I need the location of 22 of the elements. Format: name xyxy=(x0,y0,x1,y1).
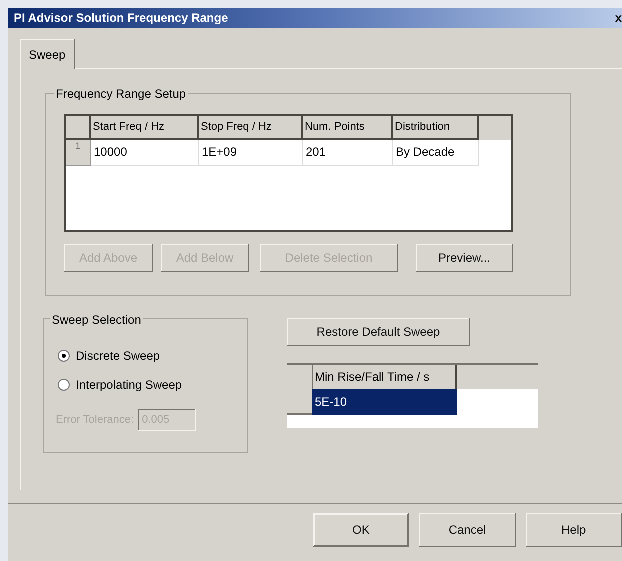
window-title: PI Advisor Solution Frequency Range xyxy=(14,10,228,27)
table-cell: 201 xyxy=(303,140,393,166)
column-header: Start Freq / Hz xyxy=(91,116,199,140)
tab[interactable]: Sweep xyxy=(20,39,75,69)
dialog-button[interactable]: OK xyxy=(313,513,410,547)
column-header: Num. Points xyxy=(303,116,393,140)
table-cell: 10000 xyxy=(91,140,199,166)
close-button[interactable]: x xyxy=(615,9,622,27)
action-button[interactable]: Preview... xyxy=(416,244,513,272)
table-cell[interactable]: 5E-10 xyxy=(312,389,457,415)
column-header: Distribution xyxy=(393,116,479,140)
radio-label: Interpolating Sweep xyxy=(76,376,182,394)
table-cell: 1E+09 xyxy=(199,140,303,166)
column-header: Stop Freq / Hz xyxy=(199,116,303,140)
restore-button[interactable]: Restore Default Sweep xyxy=(287,318,470,346)
dialog-button[interactable]: Cancel xyxy=(419,513,516,547)
table-cell: By Decade xyxy=(393,140,479,166)
radio-button[interactable] xyxy=(58,378,70,390)
row-header: 1 xyxy=(66,140,91,166)
radio-button[interactable] xyxy=(58,350,70,362)
dialog-button[interactable]: Help xyxy=(526,513,622,547)
radio-label: Discrete Sweep xyxy=(76,348,160,364)
